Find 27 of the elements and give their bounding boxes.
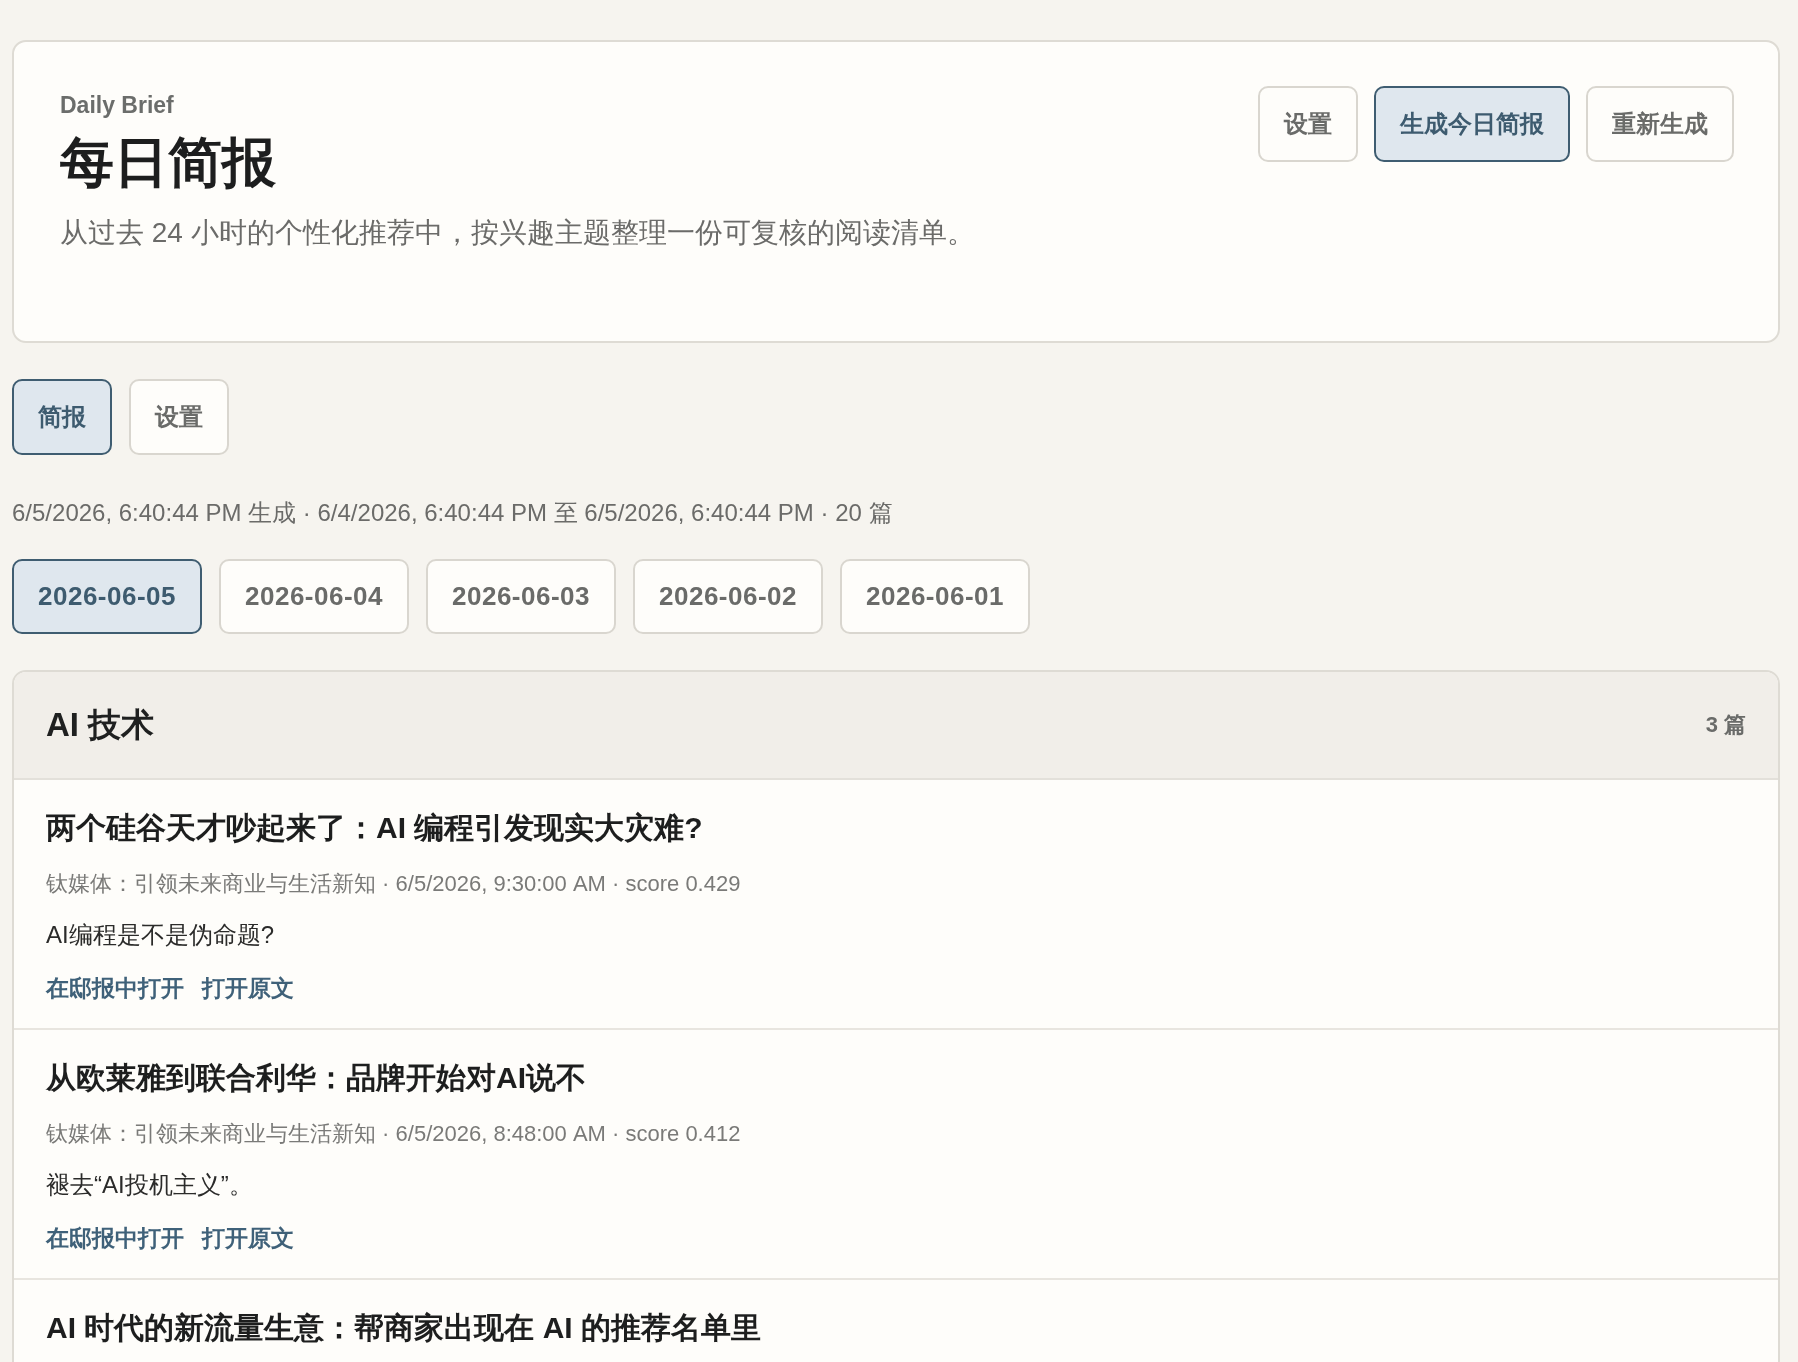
page-title: 每日简报 [60, 131, 277, 194]
tab[interactable]: 设置 [129, 379, 229, 455]
article-link[interactable]: 打开原文 [202, 1223, 294, 1254]
article-title: 两个硅谷天才吵起来了：AI 编程引发现实大灾难? [46, 810, 704, 846]
eyebrow-label: Daily Brief [60, 92, 175, 119]
header-button[interactable]: 生成今日简报 [1374, 86, 1570, 162]
article-meta: 钛媒体：引领未来商业与生活新知 · 6/5/2026, 8:48:00 AM · score 0.412 [46, 1120, 742, 1148]
article-count: 3 篇 [1705, 711, 1746, 739]
article-link[interactable]: 在邸报中打开 [46, 973, 184, 1004]
date-button[interactable]: 2026-06-04 [219, 559, 409, 634]
date-button[interactable]: 2026-06-03 [426, 559, 616, 634]
date-button[interactable]: 2026-06-02 [633, 559, 823, 634]
article-summary: AI编程是不是伪命题? [46, 920, 276, 950]
header-button[interactable]: 设置 [1258, 86, 1358, 162]
date-button[interactable]: 2026-06-01 [840, 559, 1030, 634]
article-title: 从欧莱雅到联合利华：品牌开始对AI说不 [46, 1060, 587, 1096]
article-summary: 褪去“AI投机主义”。 [46, 1170, 254, 1200]
article-meta: 钛媒体：引领未来商业与生活新知 · 6/5/2026, 9:30:00 AM · score 0.429 [46, 870, 742, 898]
article-link[interactable]: 在邸报中打开 [46, 1223, 184, 1254]
article-title: AI 时代的新流量生意：帮商家出现在 AI 的推荐名单里 [46, 1310, 762, 1346]
article-link[interactable]: 打开原文 [202, 973, 294, 1004]
date-button[interactable]: 2026-06-05 [12, 559, 202, 634]
header-button[interactable]: 重新生成 [1586, 86, 1734, 162]
tab[interactable]: 简报 [12, 379, 112, 455]
section-title: AI 技术 [46, 704, 155, 745]
brief-meta: 6/5/2026, 6:40:44 PM 生成 · 6/4/2026, 6:40:44 PM 至 6/5/2026, 6:40:44 PM · 20 篇 [12, 498, 894, 528]
page-subtitle: 从过去 24 小时的个性化推荐中，按兴趣主题整理一份可复核的阅读清单。 [60, 216, 975, 250]
